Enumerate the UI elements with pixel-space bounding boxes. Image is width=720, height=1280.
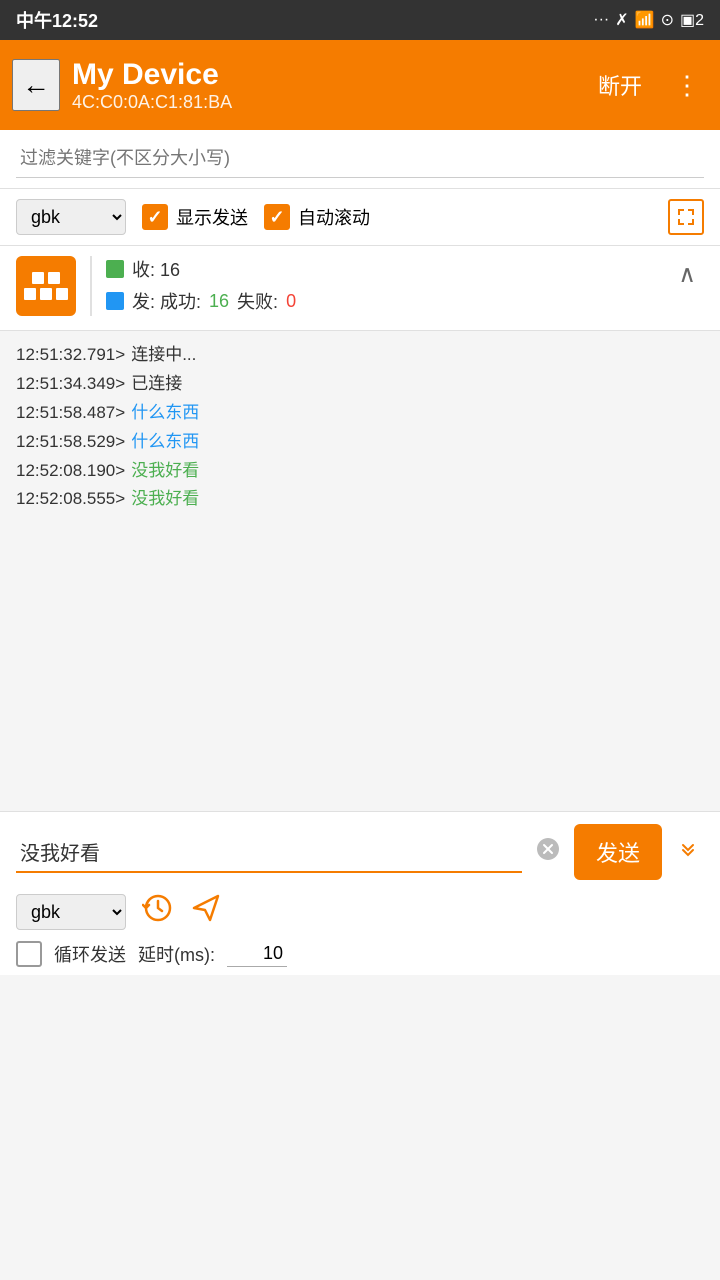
- clear-icon-1: [24, 288, 36, 300]
- battery-icon: ▣2: [680, 10, 704, 30]
- filter-input[interactable]: [16, 140, 704, 178]
- pause-clear-button[interactable]: [16, 256, 76, 316]
- status-bar: 中午12:52 ··· ✗ 📶 ⊙ ▣2: [0, 0, 720, 40]
- log-area: 12:51:32.791> 连接中... 12:51:34.349> 已连接 1…: [0, 331, 720, 811]
- log-entry-4: 12:52:08.190> 没我好看: [16, 457, 704, 486]
- receive-color-dot: [106, 260, 124, 278]
- log-msg-1: 已连接: [131, 370, 182, 399]
- bottom-area: 发送 gbk utf-8 ascii 循环发送: [0, 811, 720, 975]
- device-name: My Device: [72, 58, 574, 92]
- more-menu-button[interactable]: ⋮: [666, 62, 708, 109]
- send-success-count: 16: [209, 291, 229, 312]
- history-icon[interactable]: [142, 892, 174, 931]
- send-stats-row: 发: 成功: 16 失败: 0: [106, 288, 660, 314]
- stats-bar: 收: 16 发: 成功: 16 失败: 0 ∧: [0, 246, 720, 331]
- loop-send-label: 循环发送: [54, 941, 126, 967]
- auto-scroll-label: 自动滚动: [298, 204, 370, 230]
- clear-message-button[interactable]: [532, 833, 564, 871]
- toolbar: ← My Device 4C:C0:0A:C1:81:BA 断开 ⋮: [0, 40, 720, 130]
- device-mac: 4C:C0:0A:C1:81:BA: [72, 92, 574, 113]
- loop-send-checkbox[interactable]: [16, 941, 42, 967]
- stats-divider: [90, 256, 92, 316]
- bottom-controls-row: gbk utf-8 ascii: [16, 892, 704, 931]
- clear-icon-2: [40, 288, 52, 300]
- filter-bar: [0, 130, 720, 189]
- log-msg-4: 没我好看: [131, 457, 199, 486]
- log-msg-3: 什么东西: [131, 428, 199, 457]
- disconnect-button[interactable]: 断开: [586, 61, 654, 109]
- signal-bars-icon: 📶: [635, 10, 655, 30]
- log-msg-0: 连接中...: [131, 341, 196, 370]
- back-button[interactable]: ←: [12, 59, 60, 111]
- toolbar-title: My Device 4C:C0:0A:C1:81:BA: [72, 58, 574, 113]
- expand-icon[interactable]: [668, 199, 704, 235]
- send-color-dot: [106, 292, 124, 310]
- log-entry-0: 12:51:32.791> 连接中...: [16, 341, 704, 370]
- pause-icon-left: [32, 272, 44, 284]
- log-entry-3: 12:51:58.529> 什么东西: [16, 428, 704, 457]
- status-icons: ··· ✗ 📶 ⊙ ▣2: [593, 10, 704, 30]
- encoding-select-bottom[interactable]: gbk utf-8 ascii: [16, 894, 126, 930]
- loop-send-row: 循环发送 延时(ms):: [16, 941, 704, 967]
- log-msg-5: 没我好看: [131, 485, 199, 514]
- receive-label: 收: 16: [132, 256, 180, 282]
- show-send-label: 显示发送: [176, 204, 248, 230]
- log-entry-5: 12:52:08.555> 没我好看: [16, 485, 704, 514]
- expand-down-button[interactable]: [672, 833, 704, 871]
- pause-icon-right: [48, 272, 60, 284]
- log-entry-2: 12:51:58.487> 什么东西: [16, 399, 704, 428]
- clear-icons: [24, 288, 68, 300]
- collapse-button[interactable]: ∧: [670, 256, 704, 293]
- bluetooth-icon: ✗: [615, 10, 628, 30]
- log-msg-2: 什么东西: [131, 399, 199, 428]
- log-time-3: 12:51:58.529>: [16, 428, 125, 457]
- send-button[interactable]: 发送: [574, 824, 662, 880]
- send-fail-count: 0: [286, 291, 296, 312]
- log-time-2: 12:51:58.487>: [16, 399, 125, 428]
- clear-icon-3: [56, 288, 68, 300]
- log-entry-1: 12:51:34.349> 已连接: [16, 370, 704, 399]
- log-time-1: 12:51:34.349>: [16, 370, 125, 399]
- receive-stats-row: 收: 16: [106, 256, 660, 282]
- show-send-checkbox[interactable]: ✓: [142, 204, 168, 230]
- log-time-0: 12:51:32.791>: [16, 341, 125, 370]
- pause-icons: [32, 272, 60, 284]
- send-fail-prefix: 失败:: [237, 288, 278, 314]
- wifi-icon: ⊙: [661, 10, 674, 30]
- check-mark-icon: ✓: [147, 207, 162, 228]
- auto-scroll-checkbox-group[interactable]: ✓ 自动滚动: [264, 204, 370, 230]
- check-mark-auto-icon: ✓: [269, 207, 284, 228]
- send-prefix: 发: 成功:: [132, 288, 201, 314]
- status-time: 中午12:52: [16, 7, 98, 33]
- send-template-icon[interactable]: [190, 892, 222, 931]
- encoding-select-top[interactable]: gbk utf-8 ascii: [16, 199, 126, 235]
- auto-scroll-checkbox[interactable]: ✓: [264, 204, 290, 230]
- message-input-row: 发送: [16, 824, 704, 880]
- delay-label: 延时(ms):: [138, 941, 215, 967]
- signal-dots-icon: ···: [593, 11, 609, 29]
- controls-bar: gbk utf-8 ascii ✓ 显示发送 ✓ 自动滚动: [0, 189, 720, 246]
- delay-input[interactable]: [227, 941, 287, 967]
- log-time-5: 12:52:08.555>: [16, 485, 125, 514]
- stats-info: 收: 16 发: 成功: 16 失败: 0: [106, 256, 660, 320]
- show-send-checkbox-group[interactable]: ✓ 显示发送: [142, 204, 248, 230]
- message-input[interactable]: [16, 832, 522, 873]
- log-time-4: 12:52:08.190>: [16, 457, 125, 486]
